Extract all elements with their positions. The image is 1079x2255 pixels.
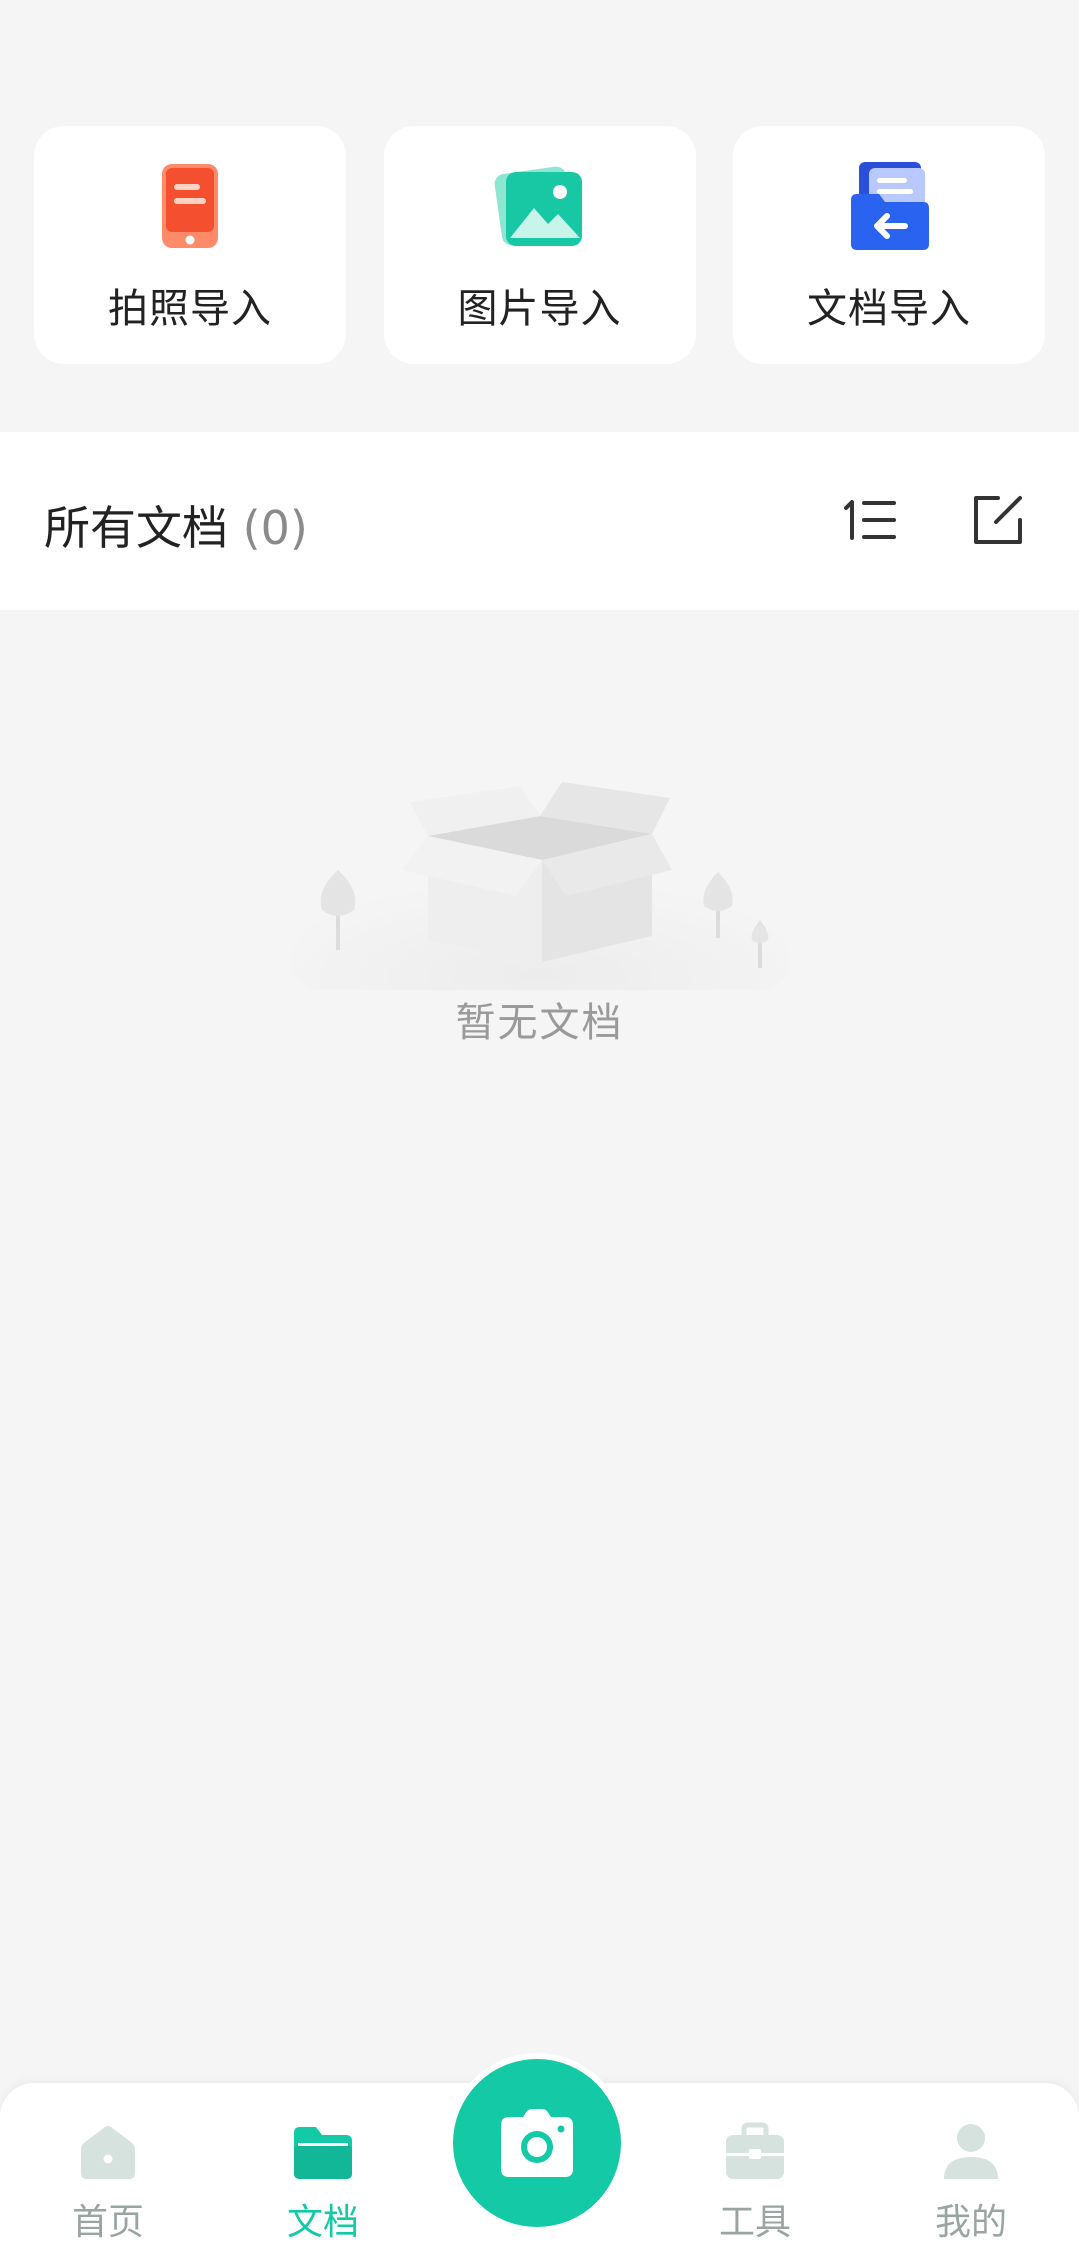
- image-import-label: 图片导入: [457, 286, 622, 332]
- nav-documents[interactable]: 文档: [243, 2097, 403, 2247]
- nav-documents-label: 文档: [286, 2202, 359, 2243]
- nav-home[interactable]: 首页: [28, 2097, 188, 2247]
- photo-import-button[interactable]: 拍照导入: [34, 126, 346, 364]
- empty-box-illustration: [290, 782, 790, 990]
- edit-button[interactable]: [968, 490, 1028, 550]
- home-icon: [81, 2126, 135, 2179]
- user-icon: [944, 2124, 998, 2179]
- sort-list-icon: [844, 500, 896, 540]
- camera-button-circle: [453, 2059, 621, 2227]
- photo-import-label: 拍照导入: [108, 286, 272, 332]
- folder-icon: [294, 2127, 352, 2179]
- documents-count: (0): [242, 501, 308, 555]
- phone-camera-icon: [162, 164, 218, 248]
- document-import-button[interactable]: 文档导入: [733, 126, 1045, 364]
- nav-home-label: 首页: [71, 2202, 144, 2243]
- documents-header: 所有文档 (0): [0, 432, 1079, 610]
- nav-tools-label: 工具: [718, 2202, 791, 2243]
- camera-button[interactable]: [447, 2053, 627, 2233]
- documents-title-text: 所有文档: [44, 501, 228, 555]
- image-import-button[interactable]: 图片导入: [383, 126, 696, 364]
- camera-icon: [501, 2109, 573, 2177]
- documents-title: 所有文档 (0): [44, 492, 308, 558]
- edit-icon: [974, 496, 1022, 544]
- import-options: 拍照导入 图片导入 文档导入: [34, 126, 1045, 364]
- image-icon: [494, 166, 582, 246]
- nav-profile-label: 我的: [934, 2202, 1007, 2243]
- sort-button[interactable]: [840, 490, 900, 550]
- empty-state-text: 暂无文档: [455, 1000, 624, 1046]
- document-import-label: 文档导入: [807, 286, 971, 332]
- nav-tools[interactable]: 工具: [675, 2097, 835, 2247]
- toolbox-icon: [726, 2122, 784, 2179]
- nav-profile[interactable]: 我的: [891, 2097, 1051, 2247]
- document-import-icon: [851, 162, 929, 250]
